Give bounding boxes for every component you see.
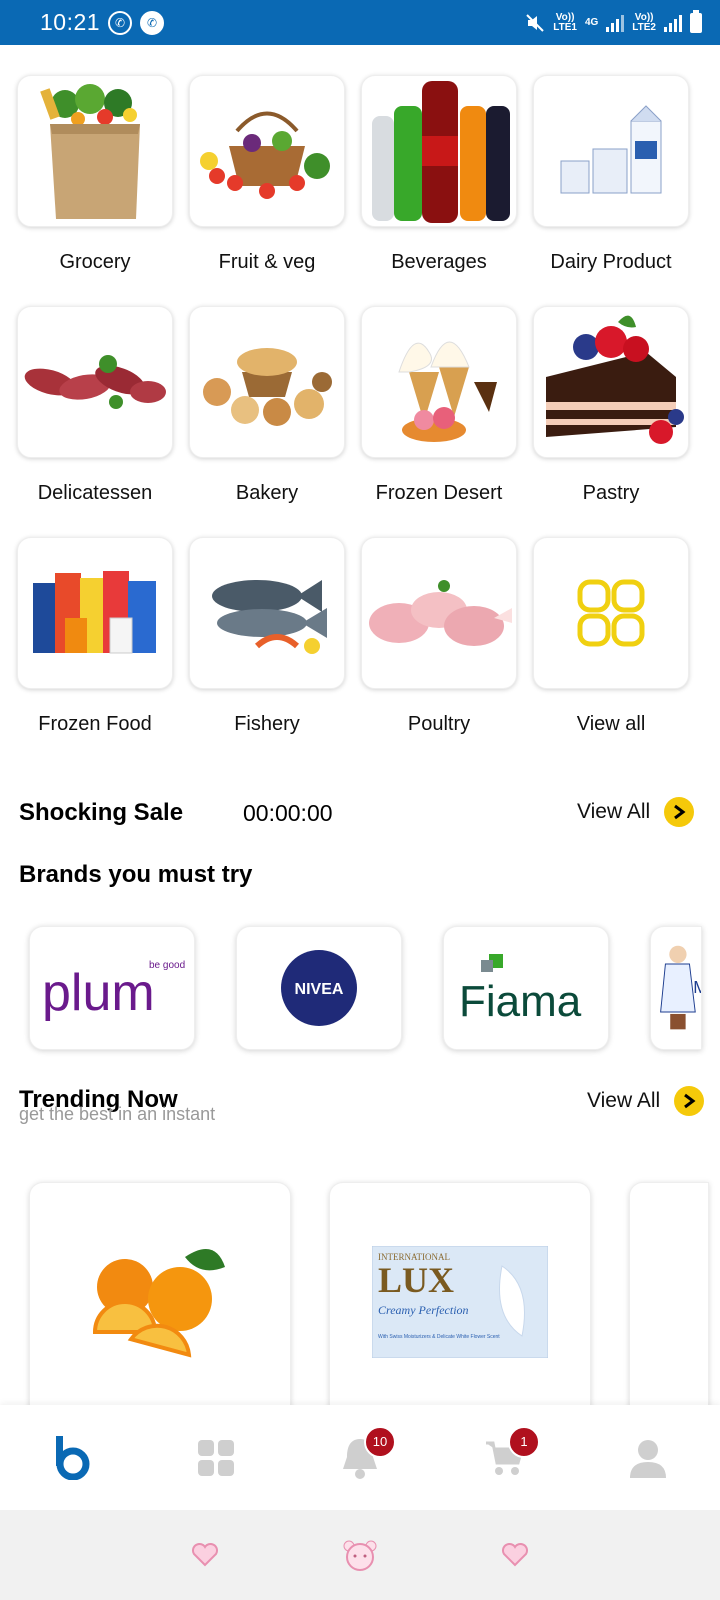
view-all-label: View All [587, 1089, 661, 1112]
heart-icon[interactable] [191, 1543, 219, 1567]
category-label: Poultry [407, 713, 471, 735]
fish-icon [212, 580, 327, 654]
signal-icon-2 [664, 14, 682, 32]
bottom-navigation: 10 1 [0, 1405, 720, 1510]
status-time: 10:21 [40, 9, 101, 35]
category-grocery[interactable]: Grocery [17, 75, 173, 274]
user-icon [630, 1439, 666, 1478]
nav-cart[interactable]: 1 [474, 1425, 540, 1488]
svg-text:plum: plum [42, 964, 155, 1022]
signal-icon-1 [606, 14, 625, 32]
svg-text:M: M [693, 977, 701, 997]
category-label: Frozen Desert [375, 482, 503, 504]
phone-app-icon: ✆ [140, 10, 165, 35]
home-logo-icon [56, 1435, 90, 1480]
svg-text:Creamy Perfection: Creamy Perfection [378, 1303, 469, 1317]
heart-icon[interactable] [501, 1543, 529, 1567]
view-all-label: View All [577, 800, 651, 823]
brand-card-plum[interactable]: be good plum [29, 926, 195, 1050]
status-right: Vo)) LTE1 4G Vo)) LTE2 [525, 9, 702, 33]
category-fishery[interactable]: Fishery [189, 537, 345, 736]
nav-categories[interactable] [186, 1428, 246, 1488]
category-pastry[interactable]: Pastry [533, 306, 689, 505]
svg-text:NIVEA: NIVEA [295, 981, 344, 998]
milk-cartons-icon [560, 105, 662, 194]
category-dairy[interactable]: Dairy Product [533, 75, 689, 274]
chevron-right-icon [674, 1086, 705, 1116]
fiama-logo: Fiama [459, 954, 582, 1026]
category-label: View all [576, 713, 646, 735]
cart-badge: 1 [508, 1425, 540, 1458]
nav-home[interactable] [42, 1428, 102, 1488]
category-label: Bakery [235, 482, 299, 504]
category-poultry[interactable]: Poultry [361, 537, 517, 736]
battery-icon [690, 9, 702, 33]
brand-card-fiama[interactable]: Fiama [443, 926, 609, 1050]
grocery-bag-icon [40, 83, 140, 219]
network-type: 4G [584, 16, 599, 28]
category-fruit-veg[interactable]: Fruit & veg [189, 75, 345, 274]
grid-icon [577, 579, 645, 647]
sim1-indicator: Vo)) LTE1 [553, 11, 577, 33]
amul-girl-logo: M [660, 945, 701, 1030]
category-label: Delicatessen [37, 482, 153, 504]
category-view-all[interactable]: View all [533, 537, 689, 736]
category-label: Dairy Product [550, 251, 672, 273]
trending-product-card-partial[interactable] [629, 1182, 709, 1422]
grid-icon [198, 1439, 234, 1476]
trending-subtitle: get the best in an instant [19, 1104, 216, 1124]
chevron-right-icon [664, 797, 695, 827]
sale-timer: 00:00:00 [243, 800, 333, 826]
notification-badge: 10 [364, 1425, 396, 1458]
category-label: Fishery [234, 713, 300, 735]
bread-icon [203, 348, 332, 426]
category-label: Frozen Food [38, 713, 152, 735]
nav-profile[interactable] [618, 1428, 678, 1488]
sim2-indicator: Vo)) LTE2 [632, 11, 656, 33]
status-bar: 10:21 ✆ ✆ Vo)) LTE1 4G Vo)) LTE2 [0, 0, 720, 45]
cake-icon [546, 315, 684, 444]
sale-view-all-button[interactable]: View All [577, 797, 695, 827]
ice-cream-icon [398, 341, 497, 442]
category-delicatessen[interactable]: Delicatessen [17, 306, 173, 505]
system-navigation-bar [0, 1510, 720, 1600]
chicken-icon [369, 580, 512, 646]
svg-text:LUX: LUX [378, 1260, 454, 1300]
brand-card-amul[interactable]: M [650, 926, 702, 1050]
oranges-image [92, 1249, 225, 1358]
fruit-basket-icon [200, 111, 330, 199]
category-label: Pastry [582, 482, 640, 504]
bottles-icon [372, 81, 510, 223]
brand-card-nivea[interactable]: NIVEA [236, 926, 402, 1050]
nivea-logo: NIVEA [281, 950, 357, 1026]
trending-view-all-button[interactable]: View All [587, 1086, 705, 1116]
trending-product-oranges[interactable] [29, 1182, 291, 1422]
category-beverages[interactable]: Beverages [361, 75, 517, 274]
brands-title: Brands you must try [19, 861, 253, 888]
svg-text:With Swiss Moisturizers & Deli: With Swiss Moisturizers & Delicate White… [378, 1334, 500, 1340]
category-label: Beverages [391, 251, 487, 273]
category-bakery[interactable]: Bakery [189, 306, 345, 505]
category-label: Fruit & veg [218, 251, 316, 273]
sausages-icon [24, 355, 166, 409]
trending-product-lux-soap[interactable]: INTERNATIONAL LUX Creamy Perfection With… [329, 1182, 591, 1422]
packaged-food-icon [33, 571, 156, 654]
plum-logo: be good plum [42, 960, 185, 1022]
category-frozen-food[interactable]: Frozen Food [17, 537, 173, 736]
lux-soap-image: INTERNATIONAL LUX Creamy Perfection With… [372, 1246, 548, 1358]
nav-notifications[interactable]: 10 [330, 1425, 396, 1488]
category-frozen-desert[interactable]: Frozen Desert [361, 306, 517, 505]
mute-icon [526, 13, 544, 32]
shocking-sale-title: Shocking Sale [19, 799, 184, 826]
whatsapp-icon: ✆ [108, 10, 133, 35]
svg-text:Fiama: Fiama [459, 977, 582, 1026]
category-label: Grocery [59, 251, 131, 273]
bear-face-icon[interactable] [342, 1539, 378, 1571]
